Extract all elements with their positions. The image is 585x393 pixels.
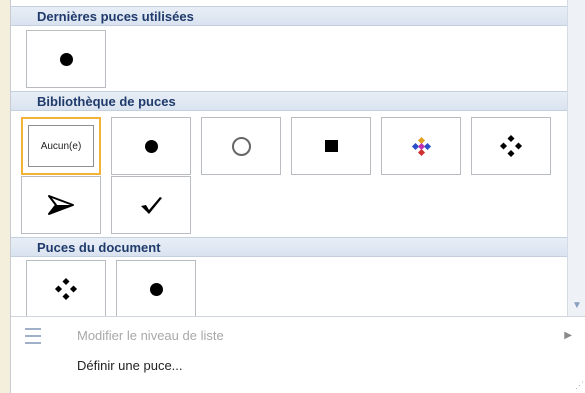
list-level-icon: [25, 328, 41, 344]
resize-grip-icon[interactable]: ⋰: [575, 380, 584, 391]
arrowhead-bullet-icon: [48, 195, 74, 215]
define-bullet-item[interactable]: Définir une puce...: [11, 353, 585, 381]
gallery-content: Dernières puces utilisées Bibliothèque d…: [11, 0, 567, 318]
bullet-tile-colored-four-diamond[interactable]: [381, 117, 461, 175]
checkmark-bullet-icon: [141, 197, 162, 214]
submenu-arrow-icon: ▶: [564, 330, 572, 341]
filled-circle-bullet-icon: [59, 52, 73, 66]
gallery-scrollbar[interactable]: ▼: [567, 0, 585, 316]
bullet-tile-document-four-diamond[interactable]: [26, 260, 106, 318]
bullet-tile-none[interactable]: Aucun(e): [21, 117, 101, 175]
bullet-tile-arrowhead[interactable]: [21, 176, 101, 234]
define-bullet-label: Définir une puce...: [77, 358, 183, 373]
bullet-tile-filled-circle[interactable]: [111, 117, 191, 175]
section-header-library: Bibliothèque de puces: [11, 91, 567, 111]
bullet-tile-recent-filled-circle[interactable]: [26, 30, 106, 88]
hollow-circle-bullet-icon: [231, 136, 251, 156]
none-bullet-label: Aucun(e): [28, 125, 94, 167]
bullet-tile-checkmark[interactable]: [111, 176, 191, 234]
filled-square-bullet-icon: [324, 140, 338, 152]
bullet-tile-document-filled-circle[interactable]: [116, 260, 196, 318]
scroll-down-arrow-icon[interactable]: ▼: [572, 300, 582, 311]
section-header-recent: Dernières puces utilisées: [11, 6, 567, 26]
bullet-gallery: Dernières puces utilisées Bibliothèque d…: [10, 0, 585, 393]
section-header-document: Puces du document: [11, 237, 567, 257]
change-list-level-label: Modifier le niveau de liste: [77, 328, 224, 343]
four-diamond-bullet-icon: [54, 277, 78, 301]
change-list-level-item[interactable]: Modifier le niveau de liste ▶: [11, 323, 585, 351]
colored-four-diamond-bullet-icon: [411, 136, 432, 157]
bullet-tile-four-diamond[interactable]: [471, 117, 551, 175]
filled-circle-bullet-icon: [149, 282, 163, 296]
filled-circle-bullet-icon: [144, 139, 158, 153]
gallery-footer: Modifier le niveau de liste ▶ Définir un…: [11, 316, 585, 393]
bullet-tile-filled-square[interactable]: [291, 117, 371, 175]
bullet-tile-hollow-circle[interactable]: [201, 117, 281, 175]
four-diamond-bullet-icon: [499, 134, 523, 158]
